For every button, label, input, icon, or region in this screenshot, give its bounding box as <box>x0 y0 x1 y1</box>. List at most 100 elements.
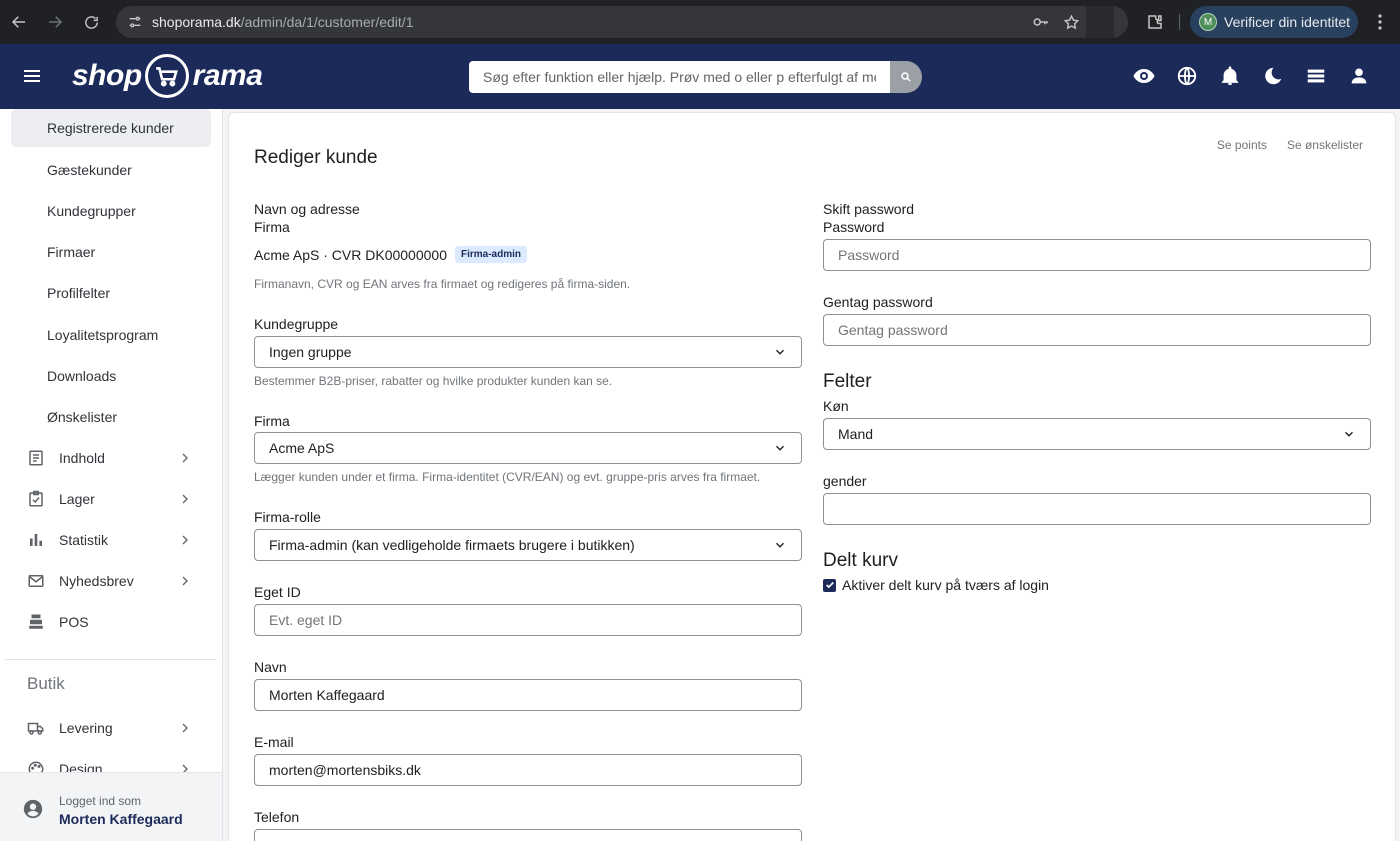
sidebar-item-label: Statistik <box>59 532 109 548</box>
sidebar-item-label: Gæstekunder <box>47 162 132 178</box>
sidebar-item-guest-customers[interactable]: Gæstekunder <box>11 151 211 189</box>
bell-icon[interactable] <box>1218 64 1242 88</box>
own-id-label: Eget ID <box>254 584 301 600</box>
sidebar-item-loyalty[interactable]: Loyalitetsprogram <box>11 316 211 354</box>
extension-slot[interactable] <box>1086 6 1114 38</box>
sidebar: Registrerede kunder Gæstekunder Kundegru… <box>0 109 223 841</box>
company-role-label: Firma-rolle <box>254 509 321 525</box>
gender-select[interactable]: Mand <box>823 418 1371 450</box>
chevron-right-icon <box>182 535 188 545</box>
globe-icon[interactable] <box>1175 64 1199 88</box>
firm-info: Acme ApS · CVR DK00000000 Firma-admin <box>254 246 528 263</box>
own-id-input[interactable] <box>254 604 802 636</box>
sidebar-item-label: Ønskelister <box>47 409 118 425</box>
truck-icon <box>26 718 46 738</box>
password-input[interactable] <box>823 239 1371 271</box>
address-bar[interactable]: shoporama.dk/admin/da/1/customer/edit/1 <box>116 6 1128 38</box>
logged-in-label: Logget ind som <box>59 794 142 808</box>
name-input[interactable] <box>254 679 802 711</box>
sidebar-item-label: Kundegrupper <box>47 203 136 219</box>
shoporama-logo[interactable]: shop rama <box>72 53 263 99</box>
eye-icon[interactable] <box>1132 64 1156 88</box>
sidebar-item-label: Indhold <box>59 450 105 466</box>
edit-customer-card: Rediger kunde Se points Se ønskelister N… <box>228 112 1396 841</box>
repeat-password-input[interactable] <box>823 314 1371 346</box>
key-icon[interactable] <box>1026 13 1056 31</box>
sidebar-item-pos[interactable]: POS <box>0 603 222 641</box>
chevron-down-icon <box>1345 431 1353 437</box>
app-header: shop rama <box>0 44 1400 109</box>
dark-mode-moon-icon[interactable] <box>1261 64 1285 88</box>
verify-identity-label: Verificer din identitet <box>1224 14 1351 30</box>
logged-in-user: Logget ind som Morten Kaffegaard <box>0 772 222 841</box>
gender-field-label: gender <box>823 473 867 489</box>
chevron-down-icon <box>776 445 784 451</box>
sidebar-item-inventory[interactable]: Lager <box>0 480 222 518</box>
gender-field-input[interactable] <box>823 493 1371 525</box>
verify-identity-button[interactable]: M Verificer din identitet <box>1190 6 1358 38</box>
company-label: Firma <box>254 413 290 429</box>
stack-icon[interactable] <box>1304 64 1328 88</box>
sidebar-item-wishlists[interactable]: Ønskelister <box>11 398 211 436</box>
bookmark-star-icon[interactable] <box>1056 13 1086 31</box>
sidebar-item-label: Firmaer <box>47 244 96 260</box>
toolbar-divider <box>1179 14 1180 30</box>
header-icons <box>1113 64 1371 88</box>
chevron-right-icon <box>182 453 188 463</box>
page-title: Rediger kunde <box>254 147 378 168</box>
reload-button[interactable] <box>74 5 108 39</box>
fields-heading: Felter <box>823 371 872 392</box>
chevron-right-icon <box>182 494 188 504</box>
sidebar-item-registered-customers[interactable]: Registrerede kunder <box>11 109 211 147</box>
phone-input[interactable] <box>254 829 802 841</box>
company-select[interactable]: Acme ApS <box>254 432 802 464</box>
card-links: Se points Se ønskelister <box>1197 138 1363 152</box>
forward-button[interactable] <box>38 5 72 39</box>
sidebar-item-label: Levering <box>59 720 113 736</box>
chrome-menu-icon[interactable] <box>1368 7 1392 37</box>
sidebar-item-delivery[interactable]: Levering <box>0 709 222 747</box>
see-wishlists-link[interactable]: Se ønskelister <box>1287 138 1363 152</box>
shared-cart-option[interactable]: Aktiver delt kurv på tværs af login <box>823 577 1049 593</box>
search-input[interactable] <box>469 61 890 93</box>
url-text[interactable]: shoporama.dk/admin/da/1/customer/edit/1 <box>152 14 1026 30</box>
hamburger-menu-icon[interactable] <box>20 64 44 88</box>
back-button[interactable] <box>2 5 36 39</box>
sidebar-item-label: Nyhedsbrev <box>59 573 134 589</box>
sidebar-item-statistics[interactable]: Statistik <box>0 521 222 559</box>
company-role-value: Firma-admin (kan vedligeholde firmaets b… <box>269 537 635 553</box>
sidebar-item-label: Lager <box>59 491 95 507</box>
user-account-icon[interactable] <box>1347 64 1371 88</box>
logo-text-right: rama <box>192 59 263 92</box>
see-points-link[interactable]: Se points <box>1217 138 1267 152</box>
sidebar-item-companies[interactable]: Firmaer <box>11 233 211 271</box>
sidebar-item-content[interactable]: Indhold <box>0 439 222 477</box>
bar-chart-icon <box>26 530 46 550</box>
email-input[interactable] <box>254 754 802 786</box>
chevron-down-icon <box>776 349 784 355</box>
logged-in-name: Morten Kaffegaard <box>59 811 183 827</box>
shared-cart-heading: Delt kurv <box>823 550 898 571</box>
logo-text-left: shop <box>72 59 142 92</box>
mail-icon <box>26 571 46 591</box>
sidebar-item-newsletter[interactable]: Nyhedsbrev <box>0 562 222 600</box>
sidebar-item-downloads[interactable]: Downloads <box>11 357 211 395</box>
search-bar <box>469 61 922 93</box>
sidebar-item-customer-groups[interactable]: Kundegrupper <box>11 192 211 230</box>
site-info-icon[interactable] <box>120 14 150 30</box>
sidebar-item-label: POS <box>59 614 89 630</box>
shared-cart-label: Aktiver delt kurv på tværs af login <box>842 577 1049 593</box>
sidebar-section-title: Butik <box>27 674 65 693</box>
search-button[interactable] <box>890 61 922 93</box>
document-icon <box>26 448 46 468</box>
customer-group-select[interactable]: Ingen gruppe <box>254 336 802 368</box>
avatar-icon <box>23 799 43 819</box>
company-role-select[interactable]: Firma-admin (kan vedligeholde firmaets b… <box>254 529 802 561</box>
sidebar-item-profile-fields[interactable]: Profilfelter <box>11 274 211 312</box>
sidebar-divider <box>5 659 217 660</box>
firm-admin-badge: Firma-admin <box>455 246 528 263</box>
shared-cart-checkbox[interactable] <box>823 578 836 592</box>
extensions-icon[interactable] <box>1141 7 1169 37</box>
sidebar-item-label: Loyalitetsprogram <box>47 327 159 343</box>
profile-avatar: M <box>1199 13 1217 31</box>
